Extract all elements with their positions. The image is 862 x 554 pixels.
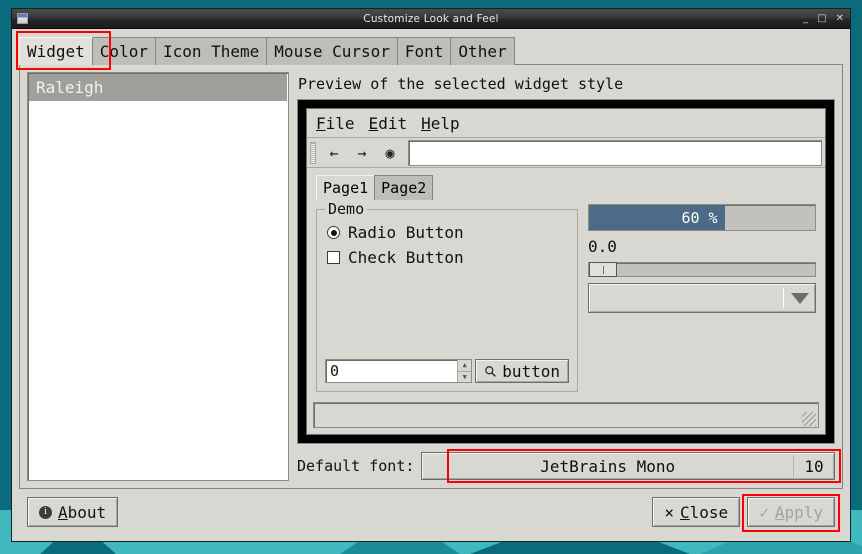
progress-bar-fill: 60 % — [589, 205, 725, 230]
preview-inner-tabbar: Page1 Page2 — [316, 174, 825, 200]
search-icon — [485, 365, 497, 377]
default-font-row: Default font: JetBrains Mono 10 — [297, 449, 841, 483]
spin-up-icon[interactable]: ▲ — [458, 360, 472, 372]
forward-arrow-icon[interactable]: → — [348, 141, 376, 165]
preview-panel-body: Demo Radio Button Check Button 0 ▲ ▼ but… — [307, 200, 825, 398]
progress-bar: 60 % — [588, 204, 816, 231]
customize-look-and-feel-window: Customize Look and Feel _ □ ✕ Widget Col… — [11, 8, 851, 542]
demo-groupbox-legend: Demo — [328, 200, 365, 218]
spin-and-button-row: 0 ▲ ▼ button — [325, 359, 569, 383]
preview-statusbar — [313, 402, 819, 428]
number-display: 0.0 — [588, 237, 617, 256]
close-x-icon: × — [664, 502, 675, 522]
resize-grip-icon[interactable] — [802, 412, 816, 426]
window-icon — [17, 13, 28, 24]
about-button[interactable]: i About — [27, 497, 119, 527]
preview-frame: File Edit Help ← → ◉ Page1 Page2 Demo Ra… — [297, 99, 835, 444]
inner-tab-page1[interactable]: Page1 — [316, 175, 376, 200]
back-arrow-icon[interactable]: ← — [320, 141, 348, 165]
spin-arrows: ▲ ▼ — [457, 360, 472, 382]
spin-down-icon[interactable]: ▼ — [458, 371, 472, 382]
check-icon: ✓ — [759, 502, 769, 522]
menu-file-rest: ile — [325, 113, 355, 133]
widget-style-list[interactable]: Raleigh — [27, 72, 289, 481]
default-font-size: 10 — [804, 456, 824, 476]
check-button-icon[interactable] — [327, 251, 340, 264]
preview-menubar: File Edit Help — [307, 109, 825, 138]
tab-color[interactable]: Color — [91, 37, 156, 65]
tab-icon-theme[interactable]: Icon Theme — [154, 37, 268, 65]
chevron-down-icon[interactable] — [791, 292, 809, 304]
tabbar-filler — [513, 63, 843, 65]
preview-label: Preview of the selected widget style — [298, 75, 624, 93]
radio-button-icon[interactable] — [327, 226, 340, 239]
window-controls: _ □ ✕ — [803, 13, 844, 24]
main-tabbar: Widget Color Icon Theme Mouse Cursor Fon… — [16, 31, 843, 70]
toolbar-drag-handle[interactable] — [310, 141, 316, 164]
window-title: Customize Look and Feel — [363, 12, 499, 25]
menu-file-mnemonic: F — [316, 113, 326, 133]
window-titlebar[interactable]: Customize Look and Feel _ □ ✕ — [12, 9, 850, 29]
tab-font[interactable]: Font — [396, 37, 452, 65]
close-icon[interactable]: ✕ — [836, 13, 844, 24]
dialog-button-bar: i About × Close ✓ Apply — [19, 489, 843, 535]
slider[interactable] — [588, 262, 816, 277]
preview-left-column: Demo Radio Button Check Button 0 ▲ ▼ but… — [316, 200, 578, 392]
preview-window: File Edit Help ← → ◉ Page1 Page2 Demo Ra… — [306, 108, 826, 435]
minimize-icon[interactable]: _ — [803, 13, 808, 24]
maximize-icon[interactable]: □ — [817, 13, 826, 24]
menu-file[interactable]: File — [316, 114, 355, 133]
combobox[interactable] — [588, 283, 816, 313]
primary-buttons: × Close ✓ Apply — [652, 497, 835, 527]
radio-button-row[interactable]: Radio Button — [327, 223, 569, 242]
check-button-label: Check Button — [348, 248, 464, 267]
combobox-separator — [783, 288, 784, 308]
list-item[interactable]: Raleigh — [29, 74, 287, 101]
widget-tab-page: Raleigh Preview of the selected widget s… — [19, 65, 843, 489]
apply-button-label: Apply — [774, 502, 823, 522]
tab-widget[interactable]: Widget — [19, 37, 93, 65]
close-button-label: Close — [680, 502, 729, 522]
progress-bar-value: 60 % — [681, 208, 718, 227]
slider-handle[interactable] — [589, 262, 617, 277]
inner-tab-page2[interactable]: Page2 — [374, 175, 434, 200]
tab-other[interactable]: Other — [450, 37, 515, 65]
demo-groupbox: Demo Radio Button Check Button 0 ▲ ▼ but… — [316, 200, 578, 392]
close-button[interactable]: × Close — [652, 497, 741, 527]
default-font-label: Default font: — [297, 457, 415, 475]
preview-right-column: 60 % 0.0 — [588, 200, 816, 392]
demo-button[interactable]: button — [475, 359, 569, 383]
spin-value[interactable]: 0 — [326, 360, 457, 382]
apply-button[interactable]: ✓ Apply — [747, 497, 835, 527]
info-icon: i — [39, 505, 52, 519]
radio-button-label: Radio Button — [348, 223, 464, 242]
address-input[interactable] — [408, 139, 822, 166]
tab-mouse-cursor[interactable]: Mouse Cursor — [266, 37, 398, 65]
menu-help[interactable]: Help — [421, 114, 460, 133]
default-font-family: JetBrains Mono — [540, 456, 676, 476]
preview-pane: Preview of the selected widget style Fil… — [297, 72, 841, 483]
menu-edit[interactable]: Edit — [369, 114, 408, 133]
stop-circle-icon[interactable]: ◉ — [376, 141, 404, 165]
check-button-row[interactable]: Check Button — [327, 248, 569, 267]
preview-toolbar: ← → ◉ — [307, 138, 825, 168]
quantity-stepper[interactable]: 0 ▲ ▼ — [325, 359, 473, 383]
menu-help-rest: elp — [430, 113, 460, 133]
default-font-button[interactable]: JetBrains Mono 10 — [421, 452, 835, 480]
menu-help-mnemonic: H — [421, 113, 431, 133]
menu-edit-rest: dit — [378, 113, 408, 133]
menu-edit-mnemonic: E — [368, 113, 379, 133]
about-button-label: About — [58, 502, 107, 522]
demo-button-label: button — [502, 361, 560, 381]
window-client-area: Widget Color Icon Theme Mouse Cursor Fon… — [12, 29, 850, 541]
